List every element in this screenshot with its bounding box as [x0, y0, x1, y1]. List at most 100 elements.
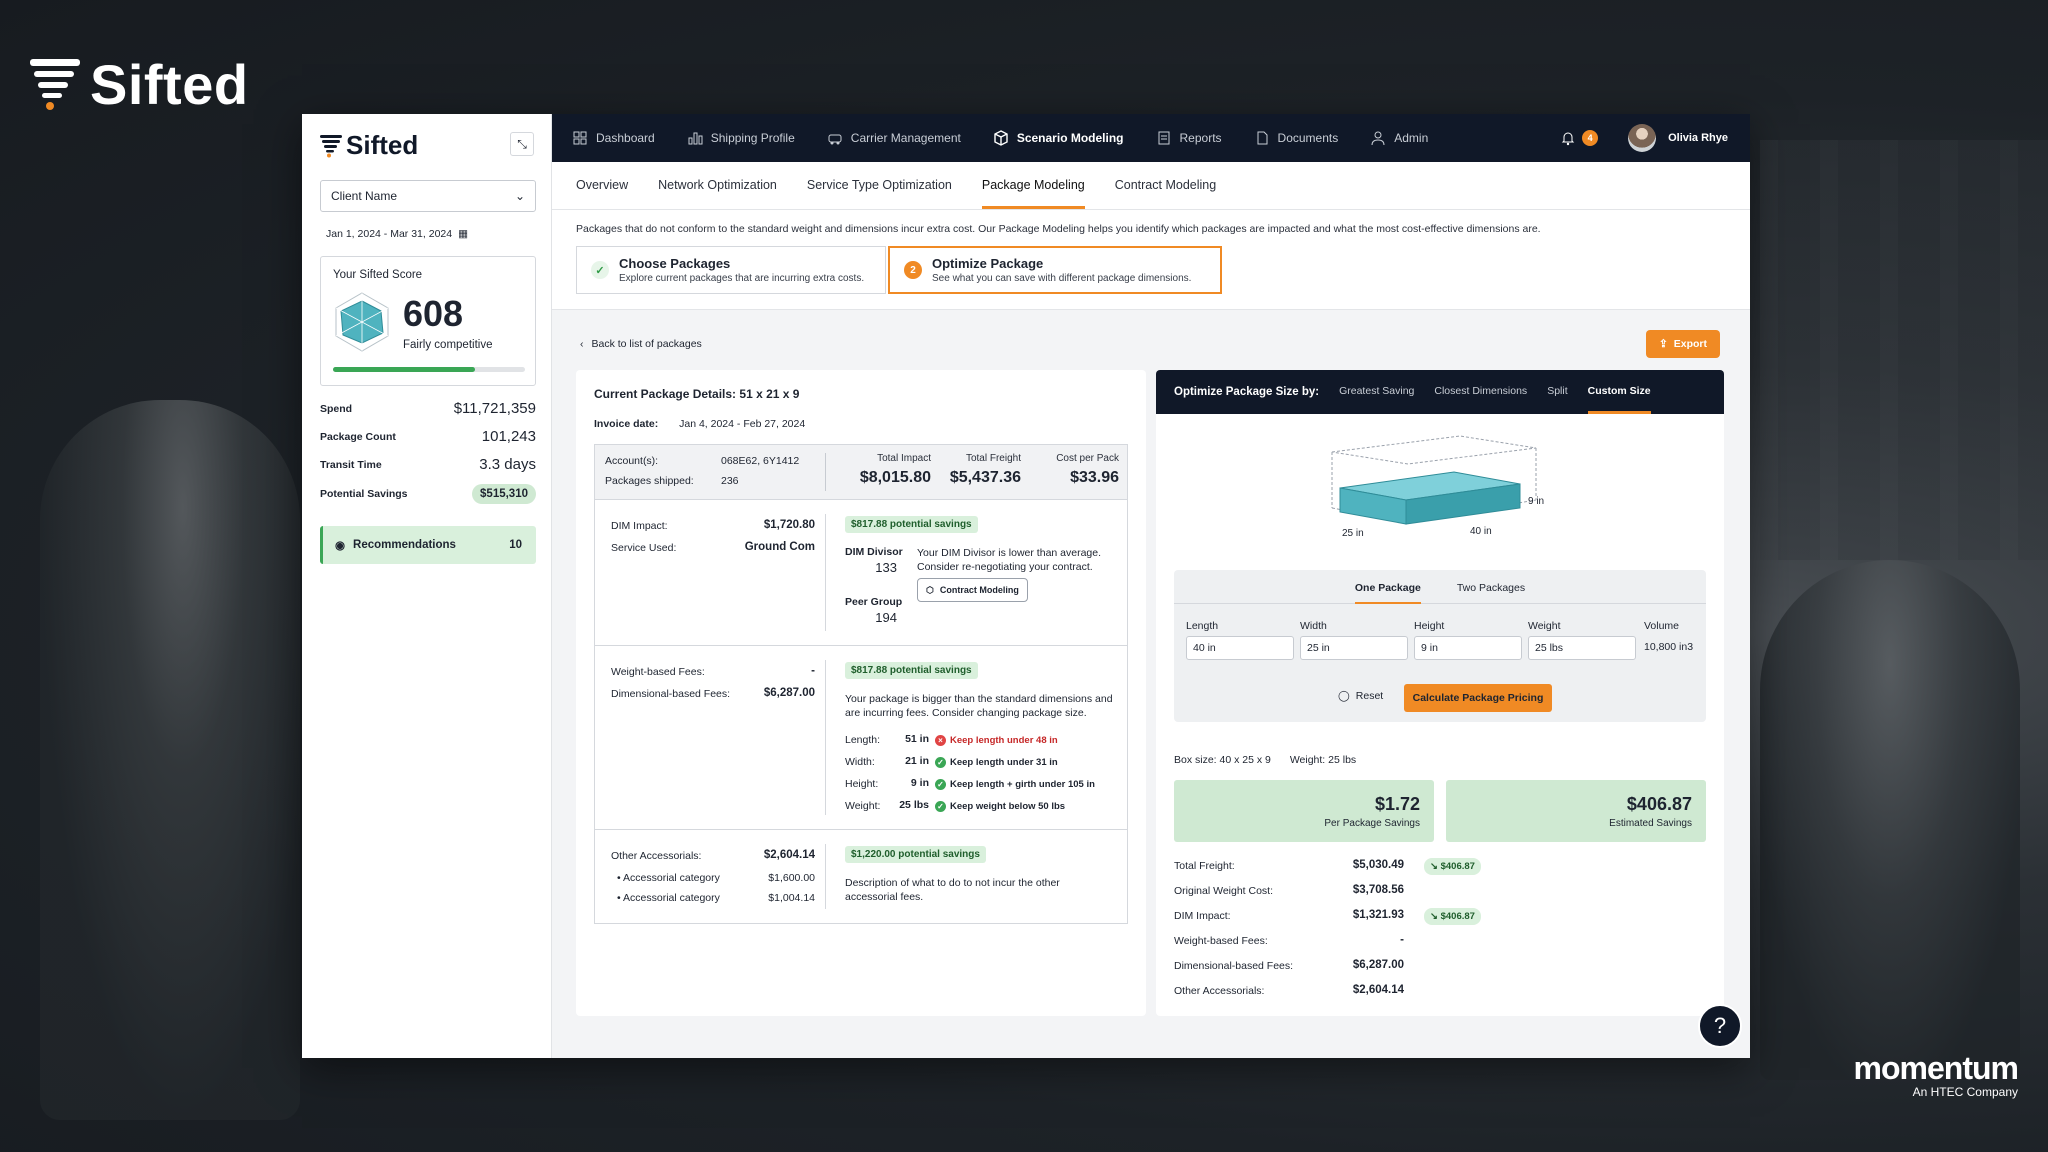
box-width-label: 25 in: [1342, 528, 1364, 539]
length-requirement: × Keep length under 48 in: [935, 735, 1058, 746]
requirement-text: Keep weight below 50 lbs: [950, 801, 1066, 812]
tab-split[interactable]: Split: [1547, 370, 1567, 414]
reset-button[interactable]: ◯ Reset: [1338, 690, 1383, 702]
per-package-savings-value: $1.72: [1374, 794, 1420, 814]
user-icon: [1371, 131, 1385, 146]
accessorials-label: Other Accessorials:: [611, 850, 702, 862]
help-icon[interactable]: ?: [1698, 1004, 1742, 1048]
date-range-picker[interactable]: Jan 1, 2024 - Mar 31, 2024 ▦: [326, 228, 468, 240]
check-icon: ✓: [935, 801, 946, 812]
sifted-logo-icon: [30, 58, 80, 110]
fees-section: Weight-based Fees: - Dimensional-based F…: [594, 646, 1128, 830]
check-icon: ✓: [935, 779, 946, 790]
total-impact-label: Total Impact: [877, 453, 931, 464]
tab-two-packages[interactable]: Two Packages: [1457, 570, 1525, 604]
tab-overview[interactable]: Overview: [576, 178, 628, 209]
avatar[interactable]: [1628, 124, 1657, 152]
step-number: 2: [904, 261, 922, 279]
tab-network-optimization[interactable]: Network Optimization: [658, 178, 777, 209]
metric-value: 101,243: [481, 428, 536, 445]
nav-label: Documents: [1277, 131, 1339, 145]
accounts-label: Account(s):: [605, 455, 659, 467]
box-height-label: 9 in: [1528, 496, 1544, 507]
weight-requirement: ✓ Keep weight below 50 lbs: [935, 801, 1065, 812]
nav-carrier-management[interactable]: Carrier Management: [827, 114, 961, 162]
brand-name: Sifted: [90, 53, 249, 116]
nav-shipping-profile[interactable]: Shipping Profile: [687, 114, 795, 162]
contract-modeling-button[interactable]: ⬡ Contract Modeling: [917, 578, 1028, 602]
width-requirement: ✓ Keep length under 31 in: [935, 757, 1058, 768]
length-label: Length:: [845, 734, 881, 746]
bar-chart-icon: [688, 132, 703, 145]
dim-impact-value: $1,720.80: [763, 519, 815, 531]
step-choose-packages[interactable]: ✓ Choose Packages Explore current packag…: [576, 246, 886, 294]
box-size-summary: Box size: 40 x 25 x 9 Weight: 25 lbs: [1174, 754, 1356, 766]
dim-divisor-value: 133: [875, 560, 897, 575]
accessorial-note: Description of what to do to not incur t…: [845, 877, 1060, 903]
width-input[interactable]: 25 in: [1300, 636, 1408, 660]
accessorial-label: Accessorial category: [623, 892, 720, 904]
momentum-wordmark: momentum: [1853, 1050, 2019, 1086]
score-progress-fill: [333, 367, 476, 372]
user-name[interactable]: Olivia Rhye: [1668, 132, 1728, 144]
metric-label: Transit Time: [320, 458, 382, 471]
section-divider: [825, 514, 826, 631]
width-label: Width:: [845, 756, 875, 768]
tab-one-package[interactable]: One Package: [1354, 570, 1421, 604]
back-link[interactable]: ‹ Back to list of packages: [580, 338, 702, 350]
stat-value: $5,030.49: [1352, 859, 1404, 871]
length-input[interactable]: 40 in: [1186, 636, 1294, 660]
sidebar-logo[interactable]: Sifted: [320, 130, 418, 161]
tab-contract-modeling[interactable]: Contract Modeling: [1115, 178, 1216, 209]
box-size-text: Box size: 40 x 25 x 9: [1174, 754, 1271, 766]
peer-group-label: Peer Group: [845, 596, 903, 608]
accessorial-label: Accessorial category: [623, 872, 720, 884]
cube-icon: ⬡: [926, 584, 934, 595]
weight-input[interactable]: 25 lbs: [1528, 636, 1636, 660]
sidebar-logo-text: Sifted: [346, 130, 419, 160]
nav-reports[interactable]: Reports: [1156, 114, 1222, 162]
stat-value: -: [1400, 934, 1404, 946]
tab-custom-size[interactable]: Custom Size: [1587, 370, 1651, 414]
estimated-savings-value: $406.87: [1626, 794, 1692, 814]
nav-scenario-modeling[interactable]: Scenario Modeling: [993, 114, 1124, 162]
section-divider: [825, 660, 826, 815]
recommendations-button[interactable]: ◉ Recommendations 10: [320, 526, 536, 564]
step-optimize-package[interactable]: 2 Optimize Package See what you can save…: [888, 246, 1222, 294]
weight-value: 25 lbs: [899, 799, 929, 811]
score-card: Your Sifted Score 608 Fairly competitive: [320, 256, 536, 386]
arrow-down-icon: ↘: [1430, 861, 1441, 872]
width-value: 21 in: [905, 755, 929, 767]
dim-fees-value: $6,287.00: [763, 687, 815, 699]
tab-service-type-optimization[interactable]: Service Type Optimization: [807, 178, 952, 209]
nav-documents[interactable]: Documents: [1254, 114, 1339, 162]
sub-tabs: Overview Network Optimization Service Ty…: [552, 162, 1750, 210]
tab-greatest-saving[interactable]: Greatest Saving: [1339, 370, 1414, 414]
accounts-value: 068E62, 6Y1412: [721, 455, 800, 467]
client-select[interactable]: Client Name ⌄: [320, 180, 536, 212]
bell-icon[interactable]: [1560, 130, 1576, 146]
savings-delta-badge: ↘ $406.87: [1424, 908, 1481, 925]
volume-label: Volume: [1644, 620, 1680, 632]
metric-value: 3.3 days: [479, 456, 536, 473]
export-button[interactable]: ⇪ Export: [1646, 330, 1720, 358]
package-count-tabs: One Package Two Packages: [1174, 570, 1706, 604]
calculate-pricing-button[interactable]: Calculate Package Pricing: [1404, 684, 1552, 712]
nav-dashboard[interactable]: Dashboard: [572, 114, 655, 162]
recommendations-label: Recommendations: [353, 539, 456, 551]
height-label: Height:: [845, 778, 879, 790]
metric-label: Potential Savings: [320, 488, 408, 500]
stat-label: Other Accessorials:: [1174, 985, 1265, 997]
height-input[interactable]: 9 in: [1414, 636, 1522, 660]
total-impact-value: $8,015.80: [859, 469, 931, 486]
collapse-icon[interactable]: ⤡: [510, 132, 534, 156]
stat-label: Dimensional-based Fees:: [1174, 960, 1294, 972]
date-range-text: Jan 1, 2024 - Mar 31, 2024: [326, 228, 453, 240]
score-value: 608: [403, 293, 464, 334]
service-value: Ground Com: [744, 541, 815, 553]
tab-package-modeling[interactable]: Package Modeling: [981, 178, 1085, 209]
nav-admin[interactable]: Admin: [1370, 114, 1428, 162]
step-title: Optimize Package: [932, 256, 1044, 271]
score-title: Your Sifted Score: [333, 269, 423, 281]
tab-closest-dimensions[interactable]: Closest Dimensions: [1434, 370, 1527, 414]
